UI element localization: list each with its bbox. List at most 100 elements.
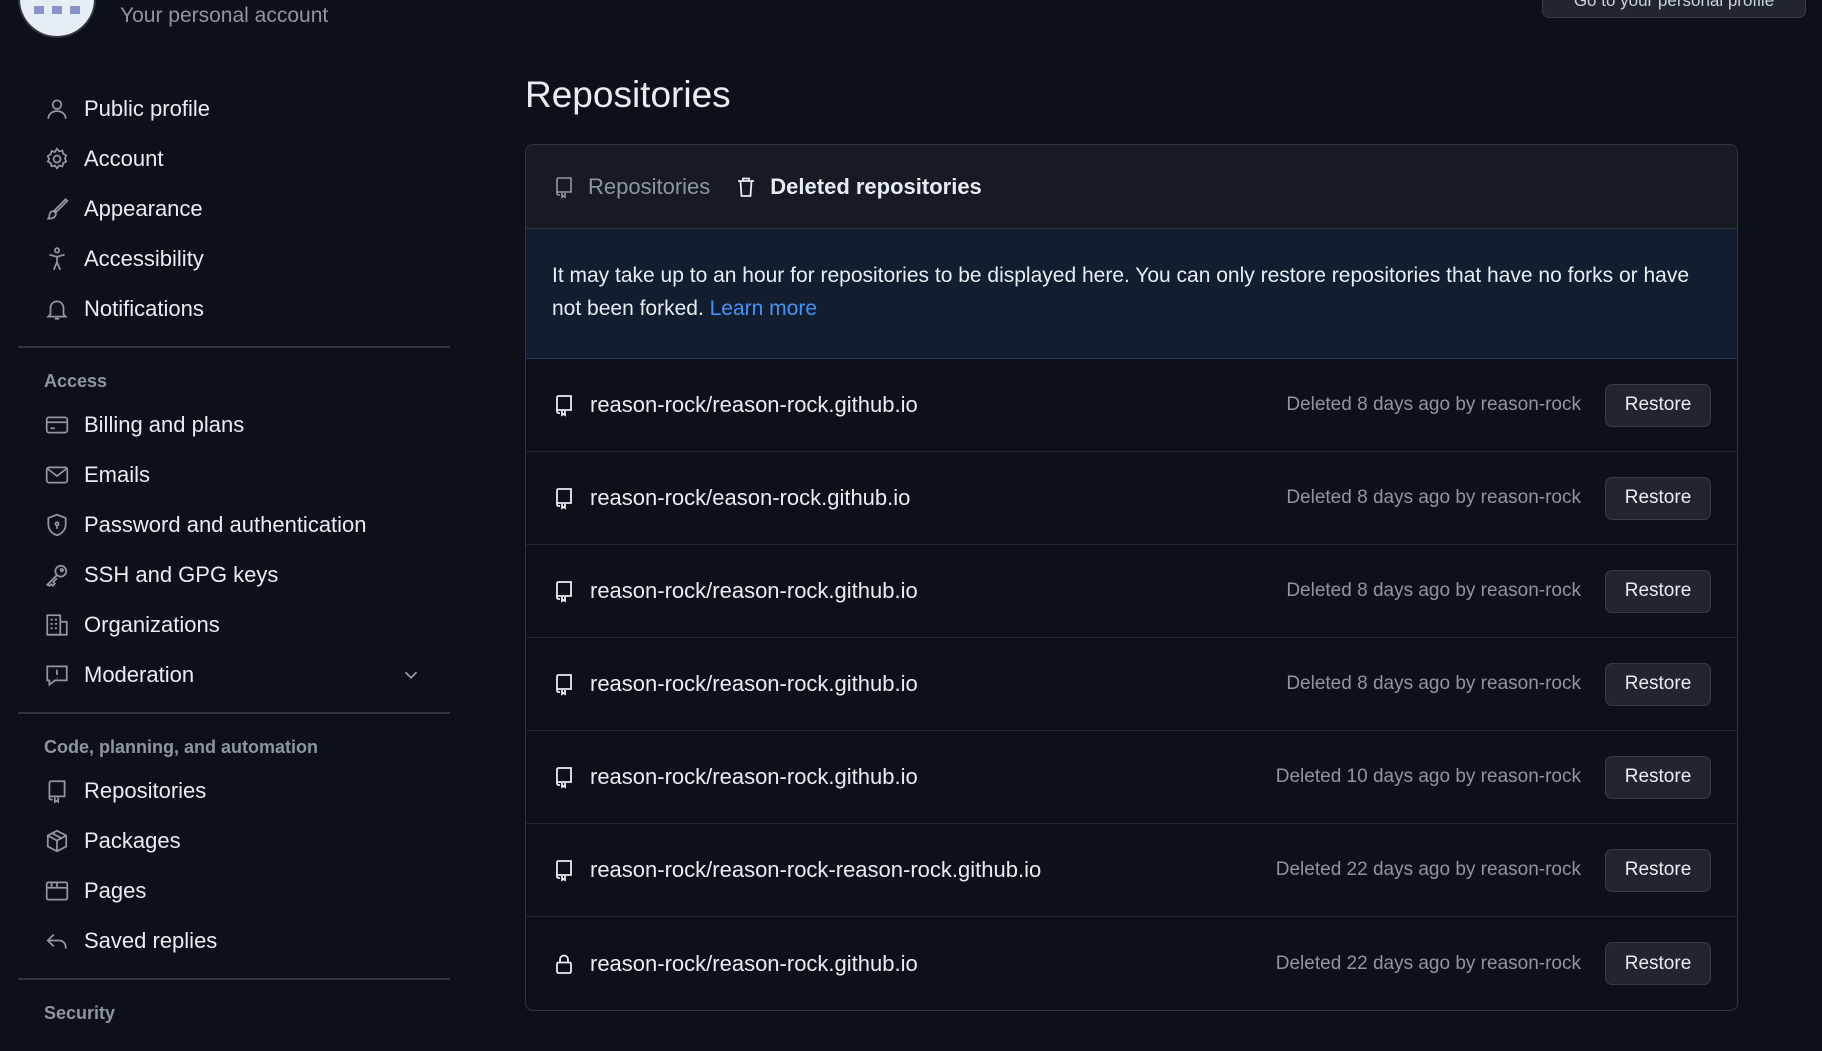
sidebar-section-security: Security: [44, 1003, 116, 1023]
person-icon: [44, 96, 70, 122]
sidebar-item-label: Emails: [84, 462, 151, 487]
sidebar-divider: [18, 712, 450, 714]
sidebar-item-label: Accessibility: [84, 246, 204, 271]
settings-sidebar: Public profile Account Appearance Access…: [18, 84, 450, 1032]
key-icon: [44, 562, 70, 588]
sidebar-item-emails[interactable]: Emails: [18, 450, 450, 500]
restore-button[interactable]: Restore: [1605, 942, 1711, 985]
sidebar-item-label: Appearance: [84, 196, 203, 221]
sidebar-divider: [18, 978, 450, 980]
restore-button[interactable]: Restore: [1605, 476, 1711, 520]
repo-name: reason-rock/eason-rock.github.io: [590, 485, 911, 510]
sidebar-section-access: Access: [44, 371, 108, 391]
sidebar-item-label: Pages: [84, 878, 147, 903]
sidebar-item-appearance[interactable]: Appearance: [18, 184, 450, 234]
repo-name: reason-rock/reason-rock-reason-rock.gith…: [590, 857, 1042, 882]
repo-icon: [552, 579, 576, 603]
repo-icon: [552, 393, 576, 417]
restore-button[interactable]: Restore: [1605, 662, 1711, 706]
reply-icon: [44, 928, 70, 954]
deleted-repo-row: reason-rock/reason-rock.github.io Delete…: [526, 359, 1737, 452]
bell-icon: [44, 296, 70, 322]
tab-repositories[interactable]: Repositories: [552, 174, 710, 200]
sidebar-item-notifications[interactable]: Notifications: [18, 284, 450, 334]
trash-icon: [734, 175, 758, 199]
mail-icon: [44, 462, 70, 488]
restore-button[interactable]: Restore: [1605, 848, 1711, 892]
sidebar-item-label: Organizations: [84, 612, 220, 637]
repo-icon: [44, 778, 70, 804]
sidebar-section-code: Code, planning, and automation: [44, 737, 318, 757]
tab-label: Deleted repositories: [770, 173, 982, 199]
sidebar-item-label: Password and authentication: [84, 512, 367, 537]
sidebar-item-label: Packages: [84, 828, 181, 853]
sidebar-item-password[interactable]: Password and authentication: [18, 500, 450, 550]
accessibility-icon: [44, 246, 70, 272]
sidebar-item-moderation[interactable]: Moderation: [18, 650, 450, 700]
sidebar-item-account[interactable]: Account: [18, 134, 450, 184]
learn-more-link[interactable]: Learn more: [710, 297, 817, 320]
main-content: Repositories Repositories Deleted reposi…: [525, 74, 1738, 1011]
repo-icon: [552, 672, 576, 696]
deleted-repo-row: reason-rock/reason-rock.github.io Delete…: [526, 545, 1737, 638]
sidebar-item-packages[interactable]: Packages: [18, 816, 450, 866]
sidebar-item-label: Account: [84, 146, 164, 171]
account-subtitle: Your personal account: [120, 4, 329, 27]
tab-deleted-repositories[interactable]: Deleted repositories: [734, 174, 982, 200]
credit-card-icon: [44, 412, 70, 438]
deleted-meta: Deleted 10 days ago by reason-rock: [1275, 766, 1581, 787]
deleted-meta: Deleted 8 days ago by reason-rock: [1286, 580, 1581, 601]
repo-name: reason-rock/reason-rock.github.io: [590, 764, 918, 789]
organization-icon: [44, 612, 70, 638]
avatar[interactable]: [18, 0, 96, 38]
gear-icon: [44, 146, 70, 172]
repo-icon: [552, 858, 576, 882]
page-title: Repositories: [525, 74, 731, 115]
sidebar-item-organizations[interactable]: Organizations: [18, 600, 450, 650]
repo-name: reason-rock/reason-rock.github.io: [590, 392, 918, 417]
deleted-repo-row: reason-rock/reason-rock.github.io Delete…: [526, 638, 1737, 731]
go-to-profile-button[interactable]: Go to your personal profile: [1542, 0, 1806, 18]
deleted-meta: Deleted 22 days ago by reason-rock: [1275, 859, 1581, 880]
sidebar-item-pages[interactable]: Pages: [18, 866, 450, 916]
repo-name: reason-rock/reason-rock.github.io: [590, 950, 918, 976]
sidebar-item-accessibility[interactable]: Accessibility: [18, 234, 450, 284]
settings-page: Your personal account Go to your persona…: [0, 0, 1822, 1051]
deleted-meta: Deleted 8 days ago by reason-rock: [1286, 673, 1581, 694]
sidebar-item-label: Billing and plans: [84, 412, 245, 437]
paintbrush-icon: [44, 196, 70, 222]
repo-name: reason-rock/reason-rock.github.io: [590, 671, 918, 696]
repo-icon: [552, 175, 576, 199]
report-icon: [44, 662, 70, 688]
restore-button[interactable]: Restore: [1605, 569, 1711, 613]
sidebar-item-label: Saved replies: [84, 928, 218, 953]
sidebar-divider: [18, 346, 450, 348]
sidebar-item-label: Moderation: [84, 662, 195, 687]
repo-name: reason-rock/reason-rock.github.io: [590, 578, 918, 603]
chevron-down-icon[interactable]: [400, 664, 422, 686]
sidebar-item-saved-replies[interactable]: Saved replies: [18, 916, 450, 966]
sidebar-item-label: Repositories: [84, 778, 207, 803]
sidebar-item-label: Notifications: [84, 296, 204, 321]
repo-icon: [552, 486, 576, 510]
tab-label: Repositories: [588, 173, 711, 199]
deleted-repo-row: reason-rock/reason-rock-reason-rock.gith…: [526, 824, 1737, 917]
sidebar-item-label: SSH and GPG keys: [84, 562, 279, 587]
deleted-meta: Deleted 8 days ago by reason-rock: [1286, 487, 1581, 508]
restore-button[interactable]: Restore: [1605, 383, 1711, 427]
deleted-meta: Deleted 8 days ago by reason-rock: [1286, 394, 1581, 415]
sidebar-item-billing[interactable]: Billing and plans: [18, 400, 450, 450]
shield-icon: [44, 512, 70, 538]
sidebar-item-public-profile[interactable]: Public profile: [18, 84, 450, 134]
package-icon: [44, 828, 70, 854]
browser-icon: [44, 878, 70, 904]
lock-icon: [552, 952, 576, 976]
deleted-repo-row: reason-rock/reason-rock.github.io Delete…: [526, 731, 1737, 824]
deleted-repo-row: reason-rock/eason-rock.github.io Deleted…: [526, 452, 1737, 545]
sidebar-item-ssh-gpg[interactable]: SSH and GPG keys: [18, 550, 450, 600]
info-notice: It may take up to an hour for repositori…: [526, 229, 1737, 359]
repositories-panel: Repositories Deleted repositories It may…: [525, 144, 1738, 1011]
sidebar-item-repositories[interactable]: Repositories: [18, 766, 450, 816]
deleted-repo-row: reason-rock/reason-rock.github.io Delete…: [526, 917, 1737, 1010]
restore-button[interactable]: Restore: [1605, 755, 1711, 799]
